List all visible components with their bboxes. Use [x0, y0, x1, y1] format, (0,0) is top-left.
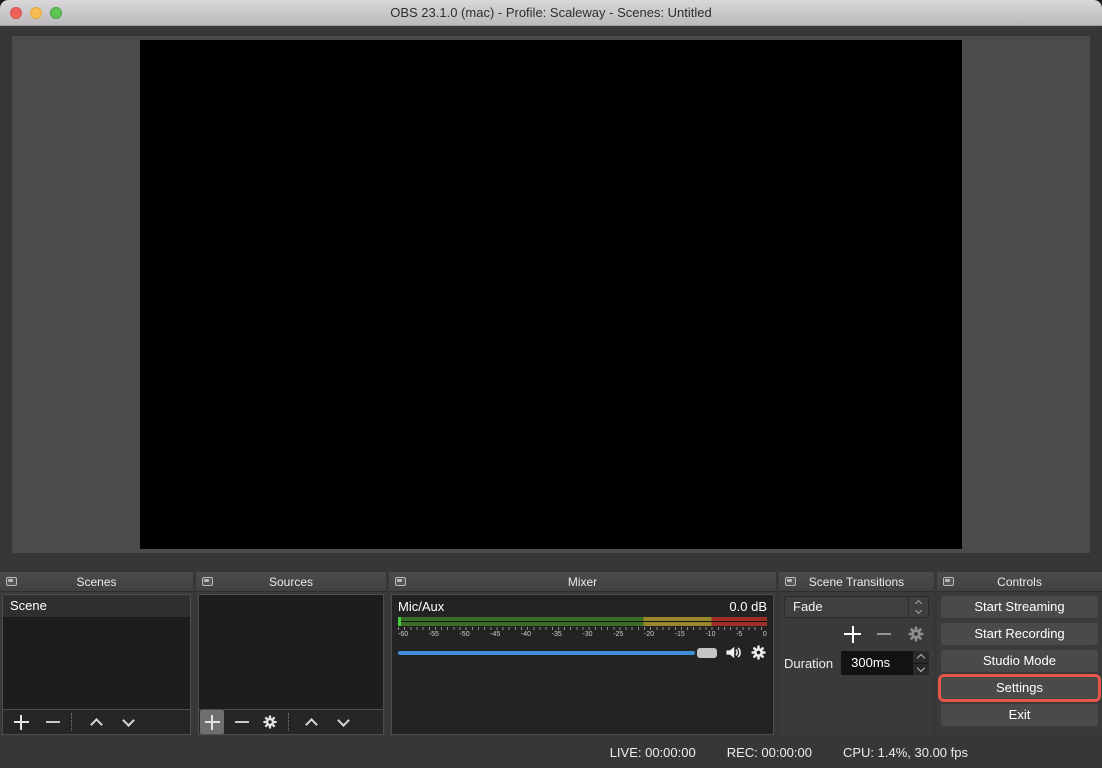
status-bar: LIVE: 00:00:00 REC: 00:00:00 CPU: 1.4%, … — [0, 737, 1102, 768]
live-timer: LIVE: 00:00:00 — [610, 745, 696, 760]
remove-source-button[interactable] — [230, 710, 254, 734]
add-transition-button[interactable] — [844, 626, 861, 643]
scene-down-button[interactable] — [116, 710, 140, 734]
remove-icon — [877, 633, 891, 635]
gear-icon — [262, 714, 278, 730]
meter-tick-labels: -60 -55 -50 -45 -40 -35 -30 -25 -20 -15 … — [398, 631, 767, 638]
remove-transition-button[interactable] — [877, 633, 891, 635]
controls-dock: Controls Start Streaming Start Recording… — [937, 572, 1102, 737]
duration-spinbox[interactable]: 300ms — [841, 651, 929, 675]
mixer-channel-name: Mic/Aux — [398, 599, 444, 614]
scenes-dock-header[interactable]: Scenes — [0, 572, 193, 592]
settings-button[interactable]: Settings — [941, 677, 1098, 699]
scenes-toolbar — [3, 709, 190, 734]
volume-slider[interactable] — [398, 647, 717, 659]
add-scene-button[interactable] — [9, 710, 33, 734]
preview-canvas[interactable] — [140, 40, 962, 549]
toolbar-separator — [288, 713, 289, 731]
sources-toolbar — [199, 709, 383, 734]
duration-value: 300ms — [841, 651, 913, 675]
transition-properties-button[interactable] — [907, 625, 925, 643]
sources-dock-title: Sources — [196, 575, 386, 589]
mixer-dock-header[interactable]: Mixer — [389, 572, 776, 592]
add-icon — [14, 715, 29, 730]
titlebar: OBS 23.1.0 (mac) - Profile: Scaleway - S… — [0, 0, 1102, 26]
add-icon — [205, 715, 220, 730]
transition-selected-value: Fade — [785, 597, 908, 617]
volume-slider-fill — [398, 651, 695, 655]
source-list[interactable] — [199, 595, 383, 709]
chevron-up-icon — [917, 654, 925, 662]
toolbar-separator — [71, 713, 72, 731]
move-up-icon — [90, 718, 103, 731]
scenes-dock: Scenes Scene — [0, 572, 193, 737]
transitions-dock-title: Scene Transitions — [779, 575, 934, 589]
move-up-icon — [305, 718, 318, 731]
remove-icon — [235, 721, 249, 723]
duration-up-button[interactable] — [913, 651, 929, 664]
mixer-dock: Mixer Mic/Aux 0.0 dB -60 -55 -50 -45 - — [389, 572, 776, 737]
chevron-down-icon — [915, 607, 922, 614]
scene-list: Scene — [3, 595, 190, 709]
scene-up-button[interactable] — [84, 710, 108, 734]
cpu-stats: CPU: 1.4%, 30.00 fps — [843, 745, 968, 760]
move-down-icon — [337, 714, 350, 727]
rec-timer: REC: 00:00:00 — [727, 745, 812, 760]
volume-slider-handle[interactable] — [697, 648, 717, 658]
sources-dock-header[interactable]: Sources — [196, 572, 386, 592]
scenes-dock-title: Scenes — [0, 575, 193, 589]
gear-icon — [750, 644, 767, 661]
exit-button[interactable]: Exit — [941, 704, 1098, 726]
duration-label: Duration — [784, 656, 833, 671]
source-properties-button[interactable] — [258, 710, 282, 734]
controls-dock-title: Controls — [937, 575, 1102, 589]
meter-tick-marks — [398, 627, 767, 630]
preview-area — [12, 36, 1090, 553]
sources-dock: Sources — [196, 572, 386, 737]
combo-arrows — [908, 597, 928, 617]
mixer-settings-button[interactable] — [750, 644, 767, 661]
gear-icon — [907, 625, 925, 643]
transitions-dock-header[interactable]: Scene Transitions — [779, 572, 934, 592]
add-icon — [844, 626, 861, 643]
mixer-volume-db: 0.0 dB — [729, 599, 767, 614]
controls-dock-header[interactable]: Controls — [937, 572, 1102, 592]
add-source-button[interactable] — [200, 710, 224, 734]
zoom-button[interactable] — [50, 7, 62, 19]
mixer-dock-title: Mixer — [389, 575, 776, 589]
remove-icon — [46, 721, 60, 723]
dock-row: Scenes Scene — [0, 572, 1102, 737]
remove-scene-button[interactable] — [41, 710, 65, 734]
close-button[interactable] — [10, 7, 22, 19]
volume-meter — [398, 617, 767, 626]
scene-list-item[interactable]: Scene — [3, 595, 190, 617]
minimize-button[interactable] — [30, 7, 42, 19]
studio-mode-button[interactable]: Studio Mode — [941, 650, 1098, 672]
speaker-icon — [725, 644, 742, 661]
scene-transitions-dock: Scene Transitions Fade — [779, 572, 934, 737]
start-recording-button[interactable]: Start Recording — [941, 623, 1098, 645]
window-title: OBS 23.1.0 (mac) - Profile: Scaleway - S… — [390, 5, 712, 20]
start-streaming-button[interactable]: Start Streaming — [941, 596, 1098, 618]
duration-down-button[interactable] — [913, 664, 929, 676]
traffic-lights — [10, 7, 62, 19]
mute-button[interactable] — [725, 644, 742, 661]
source-down-button[interactable] — [331, 710, 355, 734]
mixer-channel: Mic/Aux 0.0 dB -60 -55 -50 -45 -40 -35 -… — [391, 594, 774, 735]
move-down-icon — [122, 714, 135, 727]
chevron-down-icon — [917, 664, 925, 672]
source-up-button[interactable] — [299, 710, 323, 734]
transition-select[interactable]: Fade — [784, 596, 929, 618]
obs-window: OBS 23.1.0 (mac) - Profile: Scaleway - S… — [0, 0, 1102, 768]
